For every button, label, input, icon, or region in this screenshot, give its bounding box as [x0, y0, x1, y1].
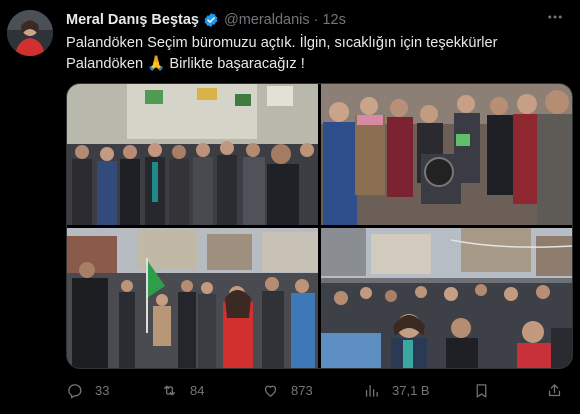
bar-chart-icon — [365, 384, 378, 397]
author-handle[interactable]: @meraldanis — [224, 12, 310, 28]
reply-icon — [68, 383, 82, 399]
views-count: 37,1 B — [392, 382, 430, 398]
like-button[interactable]: 873 — [262, 382, 313, 399]
share-icon — [548, 383, 561, 396]
media-grid — [66, 83, 573, 369]
tweet-text-line: Palandöken Seçim büromuzu açtık. İlgin, … — [66, 35, 498, 51]
share-button[interactable] — [546, 382, 563, 399]
photo-street-crowd-flag[interactable] — [67, 228, 318, 368]
tweet-header: Meral Danış Beştaş @meraldanis · 12s — [66, 11, 346, 29]
separator-dot: · — [313, 12, 319, 28]
heart-icon — [264, 385, 277, 397]
author-name[interactable]: Meral Danış Beştaş — [66, 12, 199, 28]
bookmark-button[interactable] — [473, 382, 490, 399]
photo-selfie-crowd[interactable] — [321, 228, 572, 368]
bookmark-icon — [476, 383, 487, 398]
tweet-text: Palandöken Seçim büromuzu açtık. İlgin, … — [66, 33, 566, 75]
repost-count: 84 — [190, 382, 205, 398]
reply-button[interactable]: 33 — [66, 382, 109, 399]
reply-count: 33 — [95, 382, 110, 398]
photo-crowd-office[interactable] — [67, 84, 318, 225]
verified-badge-icon — [203, 12, 219, 28]
action-bar: 33 84 873 37,1 B — [66, 380, 571, 400]
more-icon[interactable] — [542, 6, 568, 28]
repost-button[interactable]: 84 — [161, 382, 204, 399]
views-button[interactable]: 37,1 B — [363, 382, 430, 399]
repost-icon — [163, 385, 176, 395]
tweet-text-line: Palandöken 🙏 Birlikte başaracağız ! — [66, 56, 305, 72]
timestamp[interactable]: 12s — [322, 12, 345, 28]
avatar[interactable] — [7, 10, 53, 56]
photo-group-indoor[interactable] — [321, 84, 572, 225]
like-count: 873 — [291, 382, 313, 398]
tweet[interactable]: Meral Danış Beştaş @meraldanis · 12s Pal… — [0, 0, 580, 414]
